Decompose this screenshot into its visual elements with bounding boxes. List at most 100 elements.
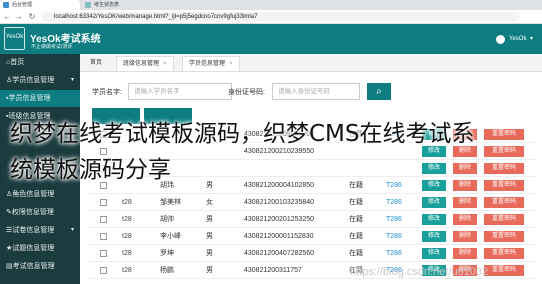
cell-class[interactable]: T286 xyxy=(386,177,410,194)
add-button[interactable] xyxy=(92,108,140,124)
browser-tab-label: 后台管理 xyxy=(12,2,33,8)
chevron-down-icon: ▾ xyxy=(70,77,74,83)
delete-button[interactable]: 删除 xyxy=(453,248,477,259)
tab-classes[interactable]: 班级信息管理 × xyxy=(116,56,174,71)
row-checkbox[interactable] xyxy=(100,148,107,155)
edit-button[interactable]: 修改 xyxy=(422,197,446,208)
url-field[interactable]: localhost:63342/YesOK/web/manage.html?_i… xyxy=(42,12,520,22)
reset-password-button[interactable]: 重置密码 xyxy=(484,180,524,191)
edit-button[interactable]: 修改 xyxy=(422,146,446,157)
row-checkbox[interactable] xyxy=(100,216,107,223)
reset-password-button[interactable]: 重置密码 xyxy=(484,214,524,225)
search-button[interactable]: ⌕ xyxy=(367,83,391,100)
row-checkbox[interactable] xyxy=(100,250,107,257)
delete-button[interactable]: 删除 xyxy=(453,146,477,157)
tab-home[interactable]: 首页 xyxy=(84,56,108,71)
sidebar-item-label: 考试信息管理 xyxy=(12,263,55,270)
forward-icon[interactable]: → xyxy=(14,12,24,22)
cell-gender: 男 xyxy=(206,182,213,189)
sidebar-item-permissions[interactable]: ✎权限信息管理 xyxy=(0,204,80,221)
edit-button[interactable]: 修改 xyxy=(422,180,446,191)
table-row: t28 胡帅 男 430821200201253250 在籍 T286 修改 删除 重置密码 xyxy=(86,211,536,228)
delete-button[interactable]: 删除 xyxy=(453,197,477,208)
cell-gender: 男 xyxy=(206,233,213,240)
table-row: 胡玮 男 430821200004102850 在籍 T286 修改 删除 重置密码 xyxy=(86,177,536,194)
search-icon: ⌕ xyxy=(376,86,382,97)
reset-password-button[interactable]: 重置密码 xyxy=(484,231,524,242)
delete-button[interactable]: 删除 xyxy=(453,231,477,242)
app-subtitle: 不止做做考试/测评 xyxy=(31,44,73,50)
sidebar-item-students[interactable]: ♙学员信息管理 ▾ xyxy=(0,72,80,89)
cell-student-no: t28 xyxy=(122,216,132,223)
reset-password-button[interactable]: 重置密码 xyxy=(484,197,524,208)
back-icon[interactable]: ← xyxy=(2,12,12,22)
address-bar: ← → ↻ localhost:63342/YesOK/web/manage.h… xyxy=(0,10,542,24)
delete-button[interactable]: 删除 xyxy=(453,180,477,191)
student-name-input[interactable] xyxy=(128,83,232,100)
edit-button[interactable]: 修改 xyxy=(422,231,446,242)
sidebar-item-papers[interactable]: ☰试卷信息管理 ▾ xyxy=(0,222,80,239)
tab-students[interactable]: 学员信息管理 × xyxy=(182,56,240,71)
cell-status: 在籍 xyxy=(349,216,363,223)
row-checkbox[interactable] xyxy=(100,199,107,206)
sidebar-item-label: 试题信息管理 xyxy=(12,245,55,252)
sidebar-item-exams[interactable]: ▤考试信息管理 xyxy=(0,258,80,275)
browser-tab-admin[interactable]: 后台管理 xyxy=(0,0,80,10)
batch-button[interactable] xyxy=(144,108,192,124)
sidebar-item-questions[interactable]: ★试题信息管理 xyxy=(0,240,80,257)
sidebar-item-roles[interactable]: ♙角色信息管理 xyxy=(0,186,80,203)
user-avatar[interactable] xyxy=(496,35,505,44)
sidebar-item-students-sub[interactable]: ▪学员信息管理 xyxy=(0,90,80,107)
user-name[interactable]: YesOk xyxy=(509,36,526,42)
reset-password-button[interactable]: 重置密码 xyxy=(484,265,524,276)
close-icon[interactable]: × xyxy=(163,61,167,67)
cell-status: 在籍 xyxy=(349,182,363,189)
edit-button[interactable]: 修改 xyxy=(422,214,446,225)
reset-password-button[interactable]: 重置密码 xyxy=(484,129,524,140)
app-logo: YesOk xyxy=(4,27,25,50)
sidebar-item-label: 学员信息管理 xyxy=(8,95,51,102)
cell-class[interactable]: T286 xyxy=(386,245,410,262)
close-icon[interactable]: × xyxy=(229,61,233,67)
edit-button[interactable]: 修改 xyxy=(422,163,446,174)
cell-gender: 男 xyxy=(206,267,213,274)
row-checkbox[interactable] xyxy=(100,165,107,172)
row-checkbox[interactable] xyxy=(100,131,107,138)
table-row: 430821200210239550 修改 删除 重置密码 xyxy=(86,143,536,160)
page-icon xyxy=(3,2,9,8)
sidebar-item-home[interactable]: ⌂首页 xyxy=(0,54,80,71)
reset-password-button[interactable]: 重置密码 xyxy=(484,146,524,157)
delete-button[interactable]: 删除 xyxy=(453,214,477,225)
cell-idcard: 430821200210239550 xyxy=(244,148,315,155)
sidebar-item-classes[interactable]: ▪班级信息管理 xyxy=(0,108,80,125)
cell-idcard: 430821200407282560 xyxy=(244,250,315,257)
edit-button[interactable]: 修改 xyxy=(422,129,446,140)
cell-idcard: 430821200209055200 xyxy=(244,131,315,138)
delete-button[interactable]: 删除 xyxy=(453,129,477,140)
sidebar-item-label: 权限信息管理 xyxy=(11,209,54,216)
cell-class[interactable]: T286 xyxy=(386,228,410,245)
browser-tab-exam[interactable]: 考生状态表 xyxy=(82,0,162,10)
cell-status: 在籍 xyxy=(349,233,363,240)
idcard-input[interactable] xyxy=(272,83,360,100)
cell-student-no: t28 xyxy=(122,267,132,274)
row-checkbox[interactable] xyxy=(100,182,107,189)
chevron-down-icon[interactable]: ▾ xyxy=(530,35,533,42)
cell-class[interactable]: T286 xyxy=(386,126,410,143)
reset-password-button[interactable]: 重置密码 xyxy=(484,163,524,174)
app-header: YesOk YesOk考试系统 不止做做考试/测评 YesOk ▾ xyxy=(0,24,542,54)
cell-status: 在籍 xyxy=(349,131,363,138)
reset-password-button[interactable]: 重置密码 xyxy=(484,248,524,259)
edit-button[interactable]: 修改 xyxy=(422,248,446,259)
cell-gender: 女 xyxy=(206,199,213,206)
cell-class[interactable]: T286 xyxy=(386,211,410,228)
cell-name: 胡玮 xyxy=(160,182,174,189)
tab-label: 首页 xyxy=(90,60,103,66)
reload-icon[interactable]: ↻ xyxy=(27,12,37,22)
cell-name: 杨鹏 xyxy=(160,267,174,274)
delete-button[interactable]: 删除 xyxy=(453,163,477,174)
row-checkbox[interactable] xyxy=(100,267,107,274)
cell-student-no: t28 xyxy=(122,233,132,240)
row-checkbox[interactable] xyxy=(100,233,107,240)
cell-class[interactable]: T286 xyxy=(386,194,410,211)
